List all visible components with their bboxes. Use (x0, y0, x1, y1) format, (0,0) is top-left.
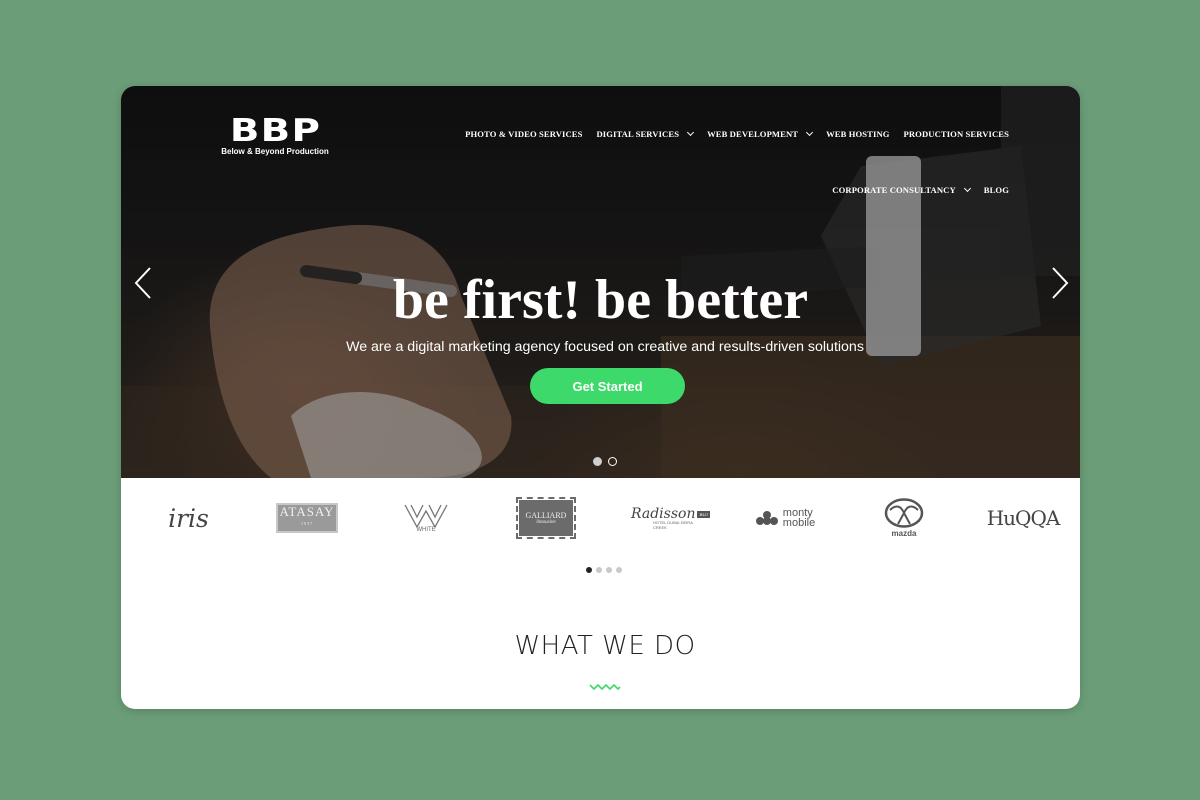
clients-pagination (586, 567, 622, 573)
nav-item-label: BLOG (983, 185, 1009, 195)
iris-wordmark: iris (168, 503, 209, 533)
galliard-sub: limousine (536, 520, 556, 525)
atasay-badge: ATASAY 1937 (276, 503, 338, 533)
nav-item-label: PHOTO & VIDEO SERVICES (465, 129, 583, 139)
atasay-year: 1937 (301, 521, 313, 526)
nav-item-corporate-consultancy[interactable]: CORPORATE CONSULTANCY (832, 184, 971, 195)
galliard-wordmark: GALLIARD (525, 511, 567, 520)
nav-item-label: DIGITAL SERVICES (596, 129, 680, 139)
client-logo-galliard[interactable]: GALLIARD limousine (516, 496, 576, 540)
client-logo-radisson[interactable]: Radisson BLU HOTEL DUBAI DEIRA CREEK (631, 496, 711, 540)
radisson-location: HOTEL DUBAI DEIRA CREEK (653, 520, 693, 530)
galliard-badge: GALLIARD limousine (516, 497, 576, 539)
nav-row-1: PHOTO & VIDEO SERVICES DIGITAL SERVICES … (465, 128, 1009, 139)
hero-headline: be first! be better (392, 269, 809, 331)
white-wordmark: WHITE (416, 527, 436, 533)
clients-dot[interactable] (586, 567, 592, 573)
browser-frame: BBP Below & Beyond Production PHOTO & VI… (121, 86, 1080, 709)
nav-row-2: CORPORATE CONSULTANCY BLOG (481, 184, 1009, 195)
monty-dots-icon (755, 511, 778, 525)
main-nav: PHOTO & VIDEO SERVICES DIGITAL SERVICES … (465, 128, 1009, 195)
white-w-icon (404, 504, 448, 529)
client-logos-carousel: iris ATASAY 1937 WHITE GALLIARD limousine … (121, 478, 1080, 578)
clients-dot[interactable] (596, 567, 602, 573)
nav-item-production-services[interactable]: PRODUCTION SERVICES (904, 129, 1009, 139)
bbp-logo[interactable]: BBP Below & Beyond Production (205, 116, 345, 157)
nav-item-label: CORPORATE CONSULTANCY (832, 185, 956, 195)
hero-dot[interactable] (593, 457, 602, 466)
logo-mark: BBP (229, 113, 321, 149)
client-logo-white[interactable]: WHITE (401, 496, 451, 540)
atasay-wordmark: ATASAY (279, 504, 335, 519)
nav-item-digital-services[interactable]: DIGITAL SERVICES (596, 128, 695, 139)
nav-item-label: PRODUCTION SERVICES (903, 129, 1009, 139)
nav-item-label: WEB HOSTING (826, 129, 890, 139)
mazda-wordmark: mazda (891, 529, 917, 538)
clients-dot[interactable] (616, 567, 622, 573)
nav-item-web-hosting[interactable]: WEB HOSTING (826, 129, 889, 139)
mazda-emblem-icon (884, 498, 924, 528)
nav-item-web-development[interactable]: WEB DEVELOPMENT (707, 128, 814, 139)
nav-item-blog[interactable]: BLOG (984, 185, 1009, 195)
squiggle-divider-icon (589, 683, 621, 691)
client-logo-monty-mobile[interactable]: monty mobile (751, 496, 819, 540)
hero-subline: We are a digital marketing agency focuse… (346, 339, 864, 355)
chevron-down-icon (806, 128, 814, 137)
nav-item-photo-video[interactable]: PHOTO & VIDEO SERVICES (465, 129, 582, 139)
chevron-down-icon (687, 128, 695, 137)
get-started-button[interactable]: Get Started (530, 368, 685, 404)
hero-dot[interactable] (608, 457, 617, 466)
monty-wordmark: monty mobile (782, 508, 816, 529)
client-logo-mazda[interactable]: mazda (881, 496, 927, 540)
hero-pagination (593, 457, 617, 466)
radisson-blu-badge: BLU (697, 510, 711, 518)
client-logo-huqqa[interactable]: HuQQA (987, 496, 1061, 540)
hero-slider: BBP Below & Beyond Production PHOTO & VI… (121, 86, 1080, 478)
clients-dot[interactable] (606, 567, 612, 573)
nav-item-label: WEB DEVELOPMENT (707, 129, 799, 139)
mobile-text: mobile (782, 517, 816, 529)
client-logo-iris[interactable]: iris (161, 496, 216, 540)
chevron-down-icon (963, 184, 971, 193)
client-logo-atasay[interactable]: ATASAY 1937 (276, 496, 338, 540)
what-we-do-heading: WHAT WE DO (514, 631, 696, 661)
huqqa-wordmark: HuQQA (986, 506, 1061, 530)
